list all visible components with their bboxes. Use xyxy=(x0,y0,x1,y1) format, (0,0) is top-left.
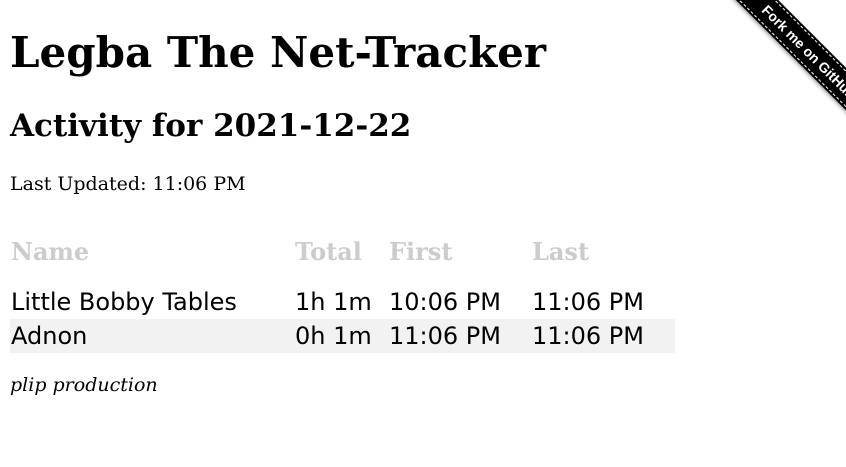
page-title: Legba The Net-Tracker xyxy=(10,28,547,77)
table-header-row: Name Total First Last xyxy=(10,233,675,269)
header-spacer xyxy=(10,269,675,285)
cell-first: 10:06 PM xyxy=(389,288,501,316)
column-header-first: First xyxy=(389,236,453,266)
column-header-last: Last xyxy=(532,236,590,266)
footer-credit: plip production xyxy=(10,374,158,396)
fork-me-on-github-link[interactable]: Fork me on GitHub xyxy=(729,0,846,132)
table-row: Little Bobby Tables 1h 1m 10:06 PM 11:06… xyxy=(10,285,675,319)
table-row: Adnon 0h 1m 11:06 PM 11:06 PM xyxy=(10,319,675,353)
github-ribbon-container: Fork me on GitHub xyxy=(686,0,846,160)
cell-name: Little Bobby Tables xyxy=(11,288,237,316)
cell-first: 11:06 PM xyxy=(388,319,531,353)
cell-last: 11:06 PM xyxy=(532,288,644,316)
activity-date-heading: Activity for 2021-12-22 xyxy=(10,108,412,144)
cell-total: 1h 1m xyxy=(295,288,372,316)
column-header-total: Total xyxy=(295,236,362,266)
activity-table: Name Total First Last Little Bobby Table… xyxy=(10,233,675,353)
cell-total: 0h 1m xyxy=(294,319,388,353)
cell-last: 11:06 PM xyxy=(531,319,675,353)
last-updated-text: Last Updated: 11:06 PM xyxy=(10,173,246,195)
column-header-name: Name xyxy=(11,236,90,266)
cell-name: Adnon xyxy=(10,319,294,353)
